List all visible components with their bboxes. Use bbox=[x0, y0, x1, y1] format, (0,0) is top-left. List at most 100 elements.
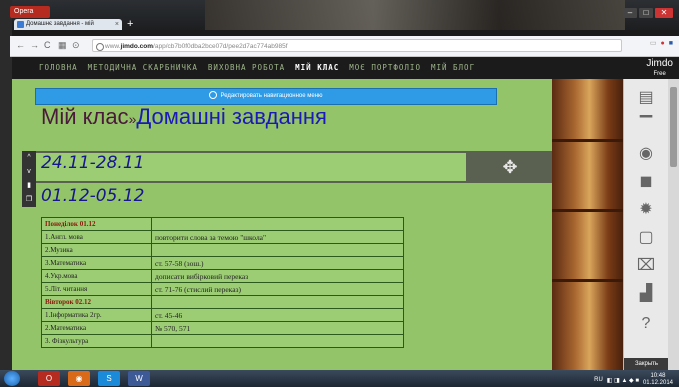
seo-search-icon[interactable]: ▢ bbox=[636, 229, 656, 247]
close-window-icon[interactable]: ✕ bbox=[655, 8, 673, 18]
layout-icon[interactable]: ▤ bbox=[636, 89, 656, 107]
taskbar-opera[interactable]: O bbox=[38, 371, 60, 386]
bookmark-icon[interactable]: ▭ bbox=[650, 39, 657, 47]
tab-close-icon[interactable]: × bbox=[115, 19, 119, 30]
subject-cell: 1.Інформатика 2гр. bbox=[41, 308, 152, 322]
opera-icon[interactable]: ● bbox=[661, 40, 665, 47]
task-cell: повторити слова за темою "школа" bbox=[151, 230, 404, 244]
table-row: 1.Інформатика 2гр. ст. 45-46 bbox=[41, 308, 404, 322]
table-row: 2.Музика bbox=[41, 243, 404, 257]
window-controls: – □ ✕ bbox=[623, 8, 673, 20]
site-navigation: ГОЛОВНА МЕТОДИЧНА СКАРБНИЧКА ВИХОВНА РОБОТ… bbox=[12, 57, 679, 79]
table-row: 2.Математика № 570, 571 bbox=[41, 321, 404, 335]
edit-navigation-label: Редактировать навигационное меню bbox=[220, 93, 323, 99]
date-range-2: 01.12-05.12 bbox=[41, 186, 145, 206]
date-range-1: 24.11-28.11 bbox=[41, 153, 145, 173]
scrollbar-thumb[interactable] bbox=[670, 87, 677, 167]
security-icon[interactable]: ⊙ bbox=[72, 40, 80, 51]
tray-icons[interactable]: ◧ ◨ ▲ ◆ ■ bbox=[607, 377, 639, 384]
site-nav-item[interactable]: МІЙ БЛОГ bbox=[431, 63, 475, 72]
taskbar-word[interactable]: W bbox=[128, 371, 150, 386]
jimdo-favicon-icon bbox=[17, 21, 24, 28]
jimdo-logo-text: Jimdo bbox=[646, 58, 673, 69]
taskbar-skype[interactable]: S bbox=[98, 371, 120, 386]
clock-date: 01.12.2014 bbox=[642, 380, 673, 386]
site-nav-items: ГОЛОВНА МЕТОДИЧНА СКАРБНИЧКА ВИХОВНА РОБОТ… bbox=[39, 63, 475, 72]
table-row: 1.Англ. мова повторити слова за темою "шк… bbox=[41, 230, 404, 244]
subject-cell: 2.Музика bbox=[41, 243, 152, 257]
language-indicator[interactable]: RU bbox=[594, 377, 603, 383]
web-page: ГОЛОВНА МЕТОДИЧНА СКАРБНИЧКА ВИХОВНА РОБОТ… bbox=[12, 57, 679, 370]
system-tray: RU ◧ ◨ ▲ ◆ ■ 10:48 01.12.2014 bbox=[594, 373, 673, 387]
site-nav-item[interactable]: ВИХОВНА РОБОТА bbox=[208, 63, 285, 72]
reload-icon[interactable]: C bbox=[44, 40, 51, 50]
table-row: Понеділок 01.12 bbox=[41, 217, 404, 231]
opera-menu-button[interactable]: Opera bbox=[10, 6, 50, 18]
subject-cell: 4.Укр.мова bbox=[41, 269, 152, 283]
store-box-icon[interactable]: ◼ bbox=[636, 173, 656, 191]
globe-icon bbox=[96, 43, 104, 51]
settings-gear-icon[interactable]: ✹ bbox=[636, 201, 656, 219]
table-row: Вівторок 02.12 bbox=[41, 295, 404, 309]
subject-cell: 5.Літ. читання bbox=[41, 282, 152, 296]
table-row: 5.Літ. читання ст. 71-76 (стислий переказ… bbox=[41, 282, 404, 296]
minimize-icon[interactable]: – bbox=[623, 8, 637, 18]
task-cell bbox=[151, 217, 404, 231]
task-cell bbox=[151, 334, 404, 348]
delete-icon[interactable]: ▮ bbox=[22, 179, 36, 193]
translate-icon[interactable]: ■ bbox=[669, 40, 673, 47]
jimdo-plan: Free bbox=[653, 71, 666, 77]
table-row: 3. Фізкультура bbox=[41, 334, 404, 348]
browser-tabbar: Opera Домашнє завдання - мій × + – □ ✕ bbox=[10, 6, 679, 30]
back-icon[interactable]: ← bbox=[16, 40, 25, 50]
site-nav-item[interactable]: МОЄ ПОРТФОЛІО bbox=[349, 63, 421, 72]
scrollbar[interactable] bbox=[668, 79, 679, 370]
start-button[interactable] bbox=[4, 371, 20, 386]
task-cell: ст. 45-46 bbox=[151, 308, 404, 322]
task-cell: дописати вибірковий переказ bbox=[151, 269, 404, 283]
edit-icon bbox=[209, 91, 218, 100]
clock[interactable]: 10:48 01.12.2014 bbox=[643, 373, 673, 387]
clock-time: 10:48 bbox=[650, 373, 666, 379]
move-down-icon[interactable]: v bbox=[22, 165, 36, 179]
taskbar: O ◉ S W RU ◧ ◨ ▲ ◆ ■ 10:48 01.12.2014 bbox=[0, 370, 679, 387]
block-tools: ^ v ▮ ❐ bbox=[22, 151, 36, 207]
copy-icon[interactable]: ❐ bbox=[22, 193, 36, 207]
forward-icon[interactable]: → bbox=[30, 40, 39, 50]
subject-cell: Вівторок 02.12 bbox=[41, 295, 152, 309]
panel-collapse-button[interactable]: Закрыть bbox=[624, 358, 669, 370]
move-up-icon[interactable]: ^ bbox=[22, 151, 36, 165]
site-nav-item[interactable]: МІЙ КЛАС bbox=[295, 63, 339, 72]
blog-icon[interactable]: ◉ bbox=[636, 145, 656, 163]
site-nav-item[interactable]: МЕТОДИЧНА СКАРБНИЧКА bbox=[88, 63, 198, 72]
edit-navigation-button[interactable]: Редактировать навигационное меню bbox=[35, 88, 497, 105]
browser-tab[interactable]: Домашнє завдання - мій × bbox=[14, 19, 122, 30]
task-cell: № 570, 571 bbox=[151, 321, 404, 335]
style-brush-icon[interactable]: ▔ bbox=[636, 117, 656, 135]
subject-cell: Понеділок 01.12 bbox=[41, 217, 152, 231]
page-title-subpage: Домашні завдання bbox=[136, 104, 327, 129]
stats-chart-icon[interactable]: ▟ bbox=[636, 285, 656, 303]
task-cell bbox=[151, 295, 404, 309]
taskbar-firefox[interactable]: ◉ bbox=[68, 371, 90, 386]
task-cell: ст. 57-58 (зош.) bbox=[151, 256, 404, 270]
table-row: 3.Математика ст. 57-58 (зош.) bbox=[41, 256, 404, 270]
homework-table: Понеділок 01.12 1.Англ. мова повторити сло… bbox=[41, 217, 404, 348]
speed-dial-icon[interactable]: ▦ bbox=[58, 40, 67, 51]
jimdo-logo[interactable]: Jimdo Free bbox=[646, 59, 673, 79]
url-prefix: www. bbox=[105, 43, 121, 50]
address-bar-row: ← → C ▦ ⊙ www.jimdo.com/app/cb7b0f0dba2b… bbox=[10, 36, 679, 57]
help-icon[interactable]: ? bbox=[636, 315, 656, 333]
cart-icon[interactable]: ⌧ bbox=[636, 257, 656, 275]
move-handle-icon[interactable]: ✥ bbox=[466, 153, 554, 181]
url-field[interactable]: www.jimdo.com/app/cb7b0f0dba2bce07d/pee2… bbox=[92, 39, 622, 52]
page-title-section: Мій клас bbox=[41, 104, 129, 129]
jimdo-admin-panel: ▤ ▔ ◉ ◼ ✹ ▢ ⌧ ▟ ? Закрыть bbox=[623, 79, 669, 370]
subject-cell: 3.Математика bbox=[41, 256, 152, 270]
site-nav-item[interactable]: ГОЛОВНА bbox=[39, 63, 78, 72]
new-tab-button[interactable]: + bbox=[127, 18, 133, 30]
task-cell: ст. 71-76 (стислий переказ) bbox=[151, 282, 404, 296]
subject-cell: 3. Фізкультура bbox=[41, 334, 152, 348]
task-cell bbox=[151, 243, 404, 257]
maximize-icon[interactable]: □ bbox=[639, 8, 653, 18]
